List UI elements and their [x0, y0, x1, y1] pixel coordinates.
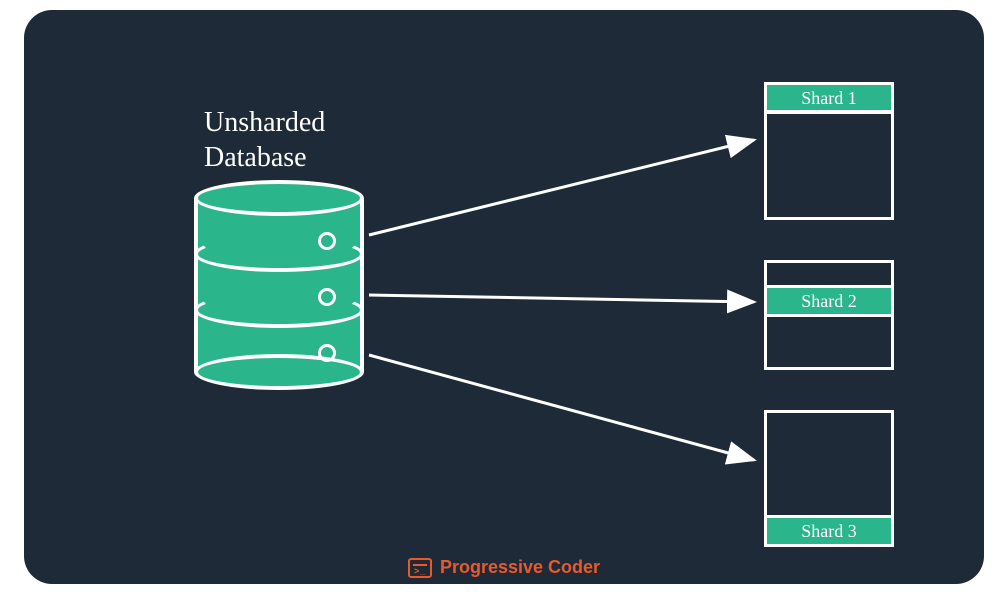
shard-1-label: Shard 1: [801, 88, 857, 109]
arrow-to-shard-1: [369, 140, 754, 235]
shard-3-label: Shard 3: [801, 521, 857, 542]
arrow-to-shard-2: [369, 295, 754, 302]
database-cylinder-icon: [194, 180, 364, 390]
terminal-icon: [408, 558, 432, 578]
shard-2-label: Shard 2: [801, 291, 857, 312]
shard-2-header: Shard 2: [764, 285, 894, 317]
arrow-to-shard-3: [369, 355, 754, 460]
shard-3-box: [764, 410, 894, 520]
diagram-canvas: Unsharded Database Shard 1 Shard 2 Shard…: [24, 10, 984, 584]
shard-1-box: [764, 110, 894, 220]
database-label: Unsharded Database: [204, 105, 325, 175]
footer-brand: Progressive Coder: [24, 557, 984, 578]
shard-3-header: Shard 3: [764, 515, 894, 547]
footer-brand-text: Progressive Coder: [440, 557, 600, 578]
